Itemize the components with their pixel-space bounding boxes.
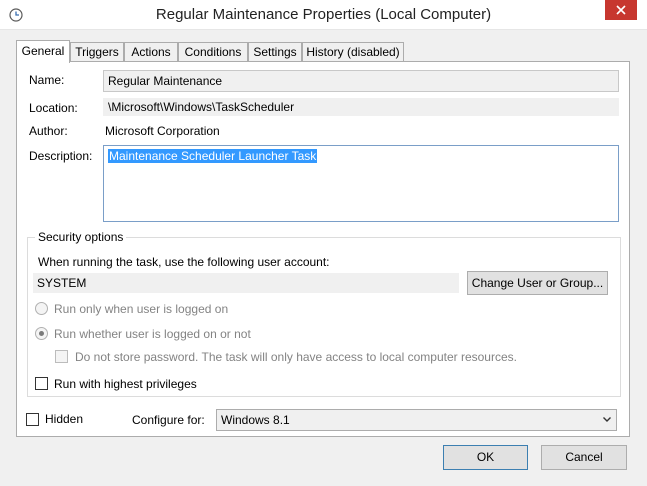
radio-selected-dot [39,331,44,336]
configure-for-value: Windows 8.1 [221,413,290,427]
tab-label: Actions [131,45,171,59]
tab-label: History (disabled) [306,45,400,59]
title-bar: Regular Maintenance Properties (Local Co… [0,0,647,30]
configure-for-select[interactable]: Windows 8.1 [216,409,617,431]
hidden-label: Hidden [45,412,84,426]
author-label: Author: [29,124,68,138]
close-button[interactable] [605,0,637,20]
highest-privileges-label: Run with highest privileges [54,377,197,391]
tab-general[interactable]: General [16,40,70,63]
description-field[interactable]: Maintenance Scheduler Launcher Task [103,145,619,222]
name-field[interactable]: Regular Maintenance [103,70,619,92]
tab-label: Settings [253,45,297,59]
highest-privileges-checkbox[interactable] [35,377,48,390]
general-panel: Name: Regular Maintenance Location: \Mic… [16,61,630,437]
tab-label: Conditions [184,45,242,59]
account-prompt: When running the task, use the following… [38,255,330,269]
configure-for-label: Configure for: [132,413,205,427]
radio-whether-logged-on[interactable] [35,327,48,340]
description-label: Description: [29,149,93,163]
hidden-checkbox[interactable] [26,413,39,426]
radio-logged-on[interactable] [35,302,48,315]
tab-settings[interactable]: Settings [248,42,302,62]
author-value: Microsoft Corporation [105,124,220,138]
location-value: \Microsoft\Windows\TaskScheduler [103,98,619,116]
radio-logged-on-label: Run only when user is logged on [54,302,229,316]
tab-triggers[interactable]: Triggers [70,42,124,62]
no-store-password-label: Do not store password. The task will onl… [75,350,517,364]
tab-label: Triggers [75,45,119,59]
location-label: Location: [29,101,78,115]
change-user-button[interactable]: Change User or Group... [467,271,608,295]
name-label: Name: [29,73,65,87]
tab-actions[interactable]: Actions [124,42,178,62]
close-icon [616,5,626,15]
security-options-title: Security options [35,230,127,244]
tab-label: General [21,44,65,58]
description-text: Maintenance Scheduler Launcher Task [108,149,318,163]
window-title: Regular Maintenance Properties (Local Co… [155,6,492,23]
user-account-field: SYSTEM [33,273,459,293]
no-store-password-checkbox[interactable] [55,350,68,363]
tab-conditions[interactable]: Conditions [178,42,248,62]
radio-whether-label: Run whether user is logged on or not [54,327,251,341]
tab-history[interactable]: History (disabled) [302,42,404,62]
cancel-button[interactable]: Cancel [541,445,627,470]
chevron-down-icon [603,417,611,422]
ok-button[interactable]: OK [443,445,528,470]
